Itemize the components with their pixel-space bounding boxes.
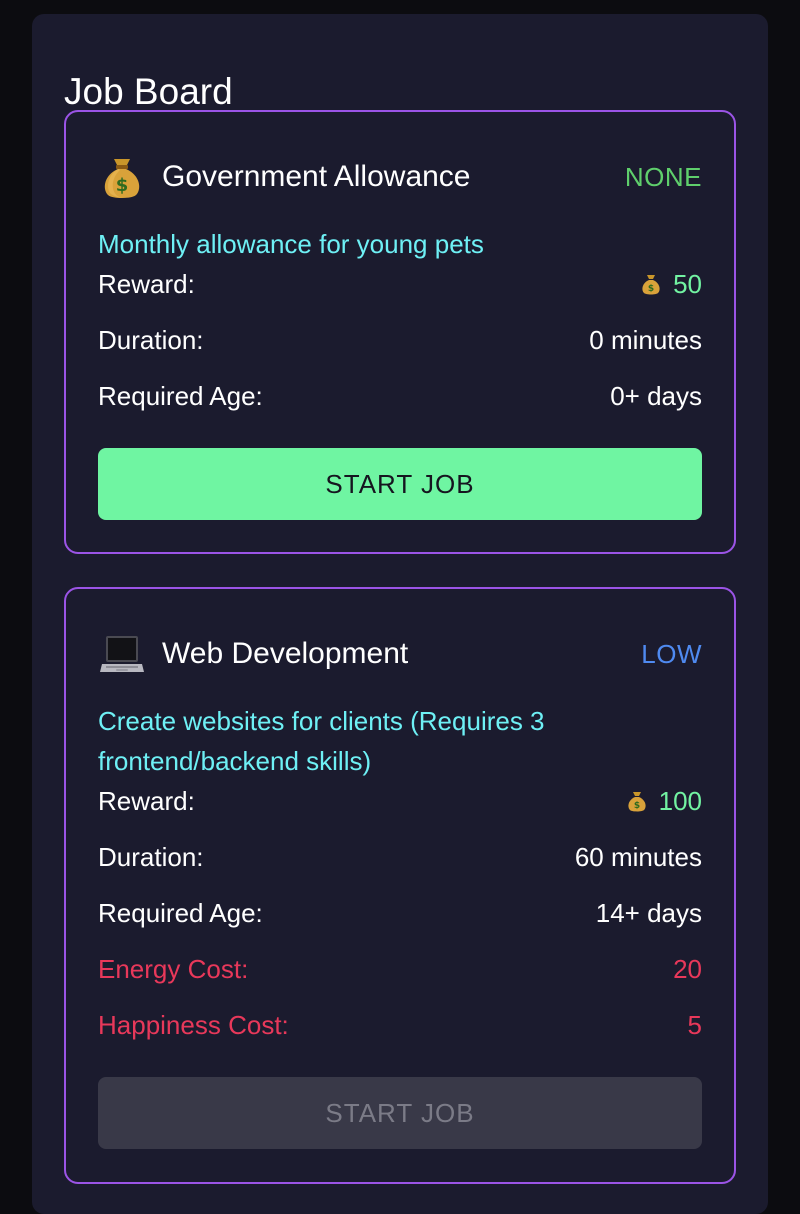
reward-row: Reward: $ 50 bbox=[98, 266, 702, 302]
svg-text:$: $ bbox=[633, 801, 639, 811]
duration-label: Duration: bbox=[98, 324, 204, 355]
job-title: Web Development bbox=[162, 637, 409, 670]
reward-value-group: $ 100 bbox=[625, 786, 702, 817]
laptop-icon bbox=[98, 630, 146, 678]
happiness-cost-label: Happiness Cost: bbox=[98, 1009, 289, 1040]
happiness-cost-value: 5 bbox=[687, 1009, 702, 1040]
reward-label: Reward: bbox=[98, 268, 195, 299]
reward-label: Reward: bbox=[98, 785, 195, 816]
job-board-panel: Job Board $ Government Allowance NONE Mo… bbox=[32, 14, 768, 1214]
duration-value: 0 minutes bbox=[589, 324, 702, 355]
page-title: Job Board bbox=[64, 71, 233, 112]
energy-cost-row: Energy Cost: 20 bbox=[98, 951, 702, 987]
money-bag-icon: $ bbox=[628, 792, 646, 812]
job-description: Create websites for clients (Requires 3 … bbox=[98, 706, 545, 776]
required-age-value: 0+ days bbox=[610, 380, 702, 411]
svg-text:$: $ bbox=[648, 284, 654, 294]
job-card-web-development: Web Development LOW Create websites for … bbox=[64, 587, 736, 1184]
job-title: Government Allowance bbox=[162, 160, 471, 193]
required-age-label: Required Age: bbox=[98, 897, 263, 928]
happiness-cost-row: Happiness Cost: 5 bbox=[98, 1007, 702, 1043]
required-age-row: Required Age: 14+ days bbox=[98, 895, 702, 931]
job-level-badge: LOW bbox=[641, 638, 702, 669]
duration-label: Duration: bbox=[98, 841, 204, 872]
energy-cost-value: 20 bbox=[673, 953, 702, 984]
reward-row: Reward: $ 100 bbox=[98, 783, 702, 819]
job-description: Monthly allowance for young pets bbox=[98, 229, 484, 259]
job-header: Web Development LOW bbox=[98, 629, 702, 679]
money-bag-icon: $ bbox=[642, 275, 660, 295]
job-level-badge: NONE bbox=[624, 161, 702, 192]
duration-value: 60 minutes bbox=[574, 841, 702, 872]
job-card-government-allowance: $ Government Allowance NONE Monthly allo… bbox=[64, 110, 736, 554]
start-job-button[interactable]: START JOB bbox=[98, 448, 702, 520]
reward-value: 100 bbox=[658, 785, 702, 816]
duration-row: Duration: 0 minutes bbox=[98, 322, 702, 358]
required-age-label: Required Age: bbox=[98, 380, 263, 411]
reward-value: 50 bbox=[673, 268, 702, 299]
job-header: $ Government Allowance NONE bbox=[98, 152, 702, 202]
svg-text:$: $ bbox=[116, 175, 129, 196]
required-age-row: Required Age: 0+ days bbox=[98, 378, 702, 414]
required-age-value: 14+ days bbox=[595, 897, 702, 928]
reward-value-group: $ 50 bbox=[639, 269, 702, 300]
duration-row: Duration: 60 minutes bbox=[98, 839, 702, 875]
start-job-button-disabled: START JOB bbox=[98, 1077, 702, 1149]
energy-cost-label: Energy Cost: bbox=[98, 953, 249, 984]
money-bag-icon: $ bbox=[98, 153, 146, 201]
